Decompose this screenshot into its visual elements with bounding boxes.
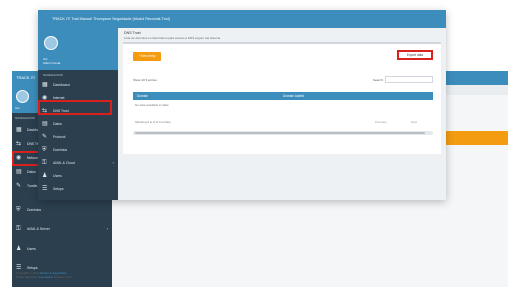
back-sidebar-item-dominios[interactable]: ⛨ Dominios [12,203,112,217]
export-button[interactable]: Export data [397,50,433,60]
horizontal-scrollbar[interactable] [133,131,433,135]
column-header-domain[interactable]: Domain [137,94,148,98]
back-user-name: Usr [15,106,20,110]
user-icon: ♟ [16,246,22,252]
footer-link[interactable]: reservados [38,275,53,279]
front-sidebar-item-dashboard[interactable]: ▦ Dashboard [38,78,118,91]
scrollbar-thumb[interactable] [135,132,425,134]
front-sidebar-menu: ▦ Dashboard ◉ Internet ⇆ DNS Trust ▤ Dat… [38,78,118,195]
front-sidebar-item-label: Users [53,174,62,178]
dns-icon: ⇆ [16,141,22,147]
pencil-icon: ✎ [16,183,22,189]
front-avatar [44,36,58,50]
key-icon: ⚿ [16,226,21,232]
front-sidebar-item-users[interactable]: ♟ Users [38,169,118,182]
show-entries-select[interactable]: Show 10 ▾ entries [133,78,157,82]
rights-text: Todos derechos [16,275,38,279]
front-dns-highlight-box [38,100,112,115]
front-sidebar-item-protocol[interactable]: ✎ Protocol [38,130,118,143]
version-text: Version 1.0.0 [53,275,72,279]
front-user-role: Admin Conta [43,60,61,65]
back-window-title: TRACK IT! [16,75,36,80]
table-icon: ▤ [16,169,22,175]
front-sidebar-item-label: Protocol [53,135,66,139]
dashboard-icon: ▦ [42,82,48,88]
front-content: DNS Trust Lista de dominios en lista bla… [118,28,446,200]
table-icon: ▤ [42,121,48,127]
dashboard-icon: ▦ [16,127,22,133]
new-entry-button[interactable]: + New entry [133,52,161,61]
back-sidebar-item-label: Dominios [27,208,42,212]
back-sidebar-item-label: Datos [27,170,36,174]
front-user-info: Usr Admin Conta [43,57,61,65]
back-sidebar-item-users[interactable]: ♟ Users [12,242,112,256]
table-header: Domain Domain Added [133,92,433,100]
front-sidebar-item-label: AI/ML & Cloud [53,161,75,165]
front-window-header: TRACK IT! Trail Manuel Thompson Segurida… [38,10,446,28]
column-header-added[interactable]: Domain Added [283,94,304,98]
front-user-panel: Usr Admin Conta [38,28,118,70]
back-sidebar-section-label: NAVEGACION [15,116,35,120]
user-icon: ♟ [42,173,48,179]
front-window-title: TRACK IT! Trail Manuel Thompson Segurida… [52,17,170,21]
back-dns-highlight-box [12,151,41,166]
front-sidebar-item-label: Datos [53,122,62,126]
content-box: + New entry Export data Show 10 ▾ entrie… [123,42,441,154]
pencil-icon: ✎ [42,134,48,140]
list-icon: ☰ [42,186,48,192]
front-sidebar-item-label: Dashboard [53,83,70,87]
back-sidebar-item-label: AI/ML & Server [27,227,50,231]
footer-line-2: Todos derechos reservados Version 1.0.0 [16,275,106,279]
back-sidebar-item-aiml[interactable]: ⚿ AI/ML & Server ‹ [12,222,112,236]
front-sidebar-item-aiml[interactable]: ⚿ AI/ML & Cloud ‹ [38,156,118,169]
back-footer: Copyright © 2019 Redes & Seguridad Todos… [16,271,106,285]
front-sidebar-section-label: NAVEGACION [43,73,63,77]
shield-icon: ⛨ [42,147,47,153]
shield-icon: ⛨ [16,207,21,213]
back-sidebar-item-label: Users [27,247,36,251]
search-label: Search: [373,78,384,82]
front-sidebar-item-dominios[interactable]: ⛨ Dominios [38,143,118,156]
front-sidebar-item-label: Dominios [53,148,68,152]
back-avatar [16,90,29,103]
search-input[interactable] [385,76,433,83]
chevron-left-icon: ‹ [106,226,108,231]
key-icon: ⚿ [42,160,47,166]
page-subtitle: Lista de dominios en lista blanca para a… [124,36,221,40]
front-sidebar-item-datos[interactable]: ▤ Datos [38,117,118,130]
back-sidebar-item-label: Setups [27,266,38,270]
front-sidebar-item-label: Setups [53,187,64,191]
empty-table-message: No data available in table [135,103,169,107]
chevron-left-icon: ‹ [112,160,114,165]
page-title: DNS Trust [124,31,141,35]
front-sidebar-item-setups[interactable]: ☰ Setups [38,182,118,195]
pagination-previous[interactable]: Previous [375,120,387,124]
table-info: Showing 0 to 0 of 0 entries [135,120,171,124]
pagination-next[interactable]: Next [411,120,417,124]
